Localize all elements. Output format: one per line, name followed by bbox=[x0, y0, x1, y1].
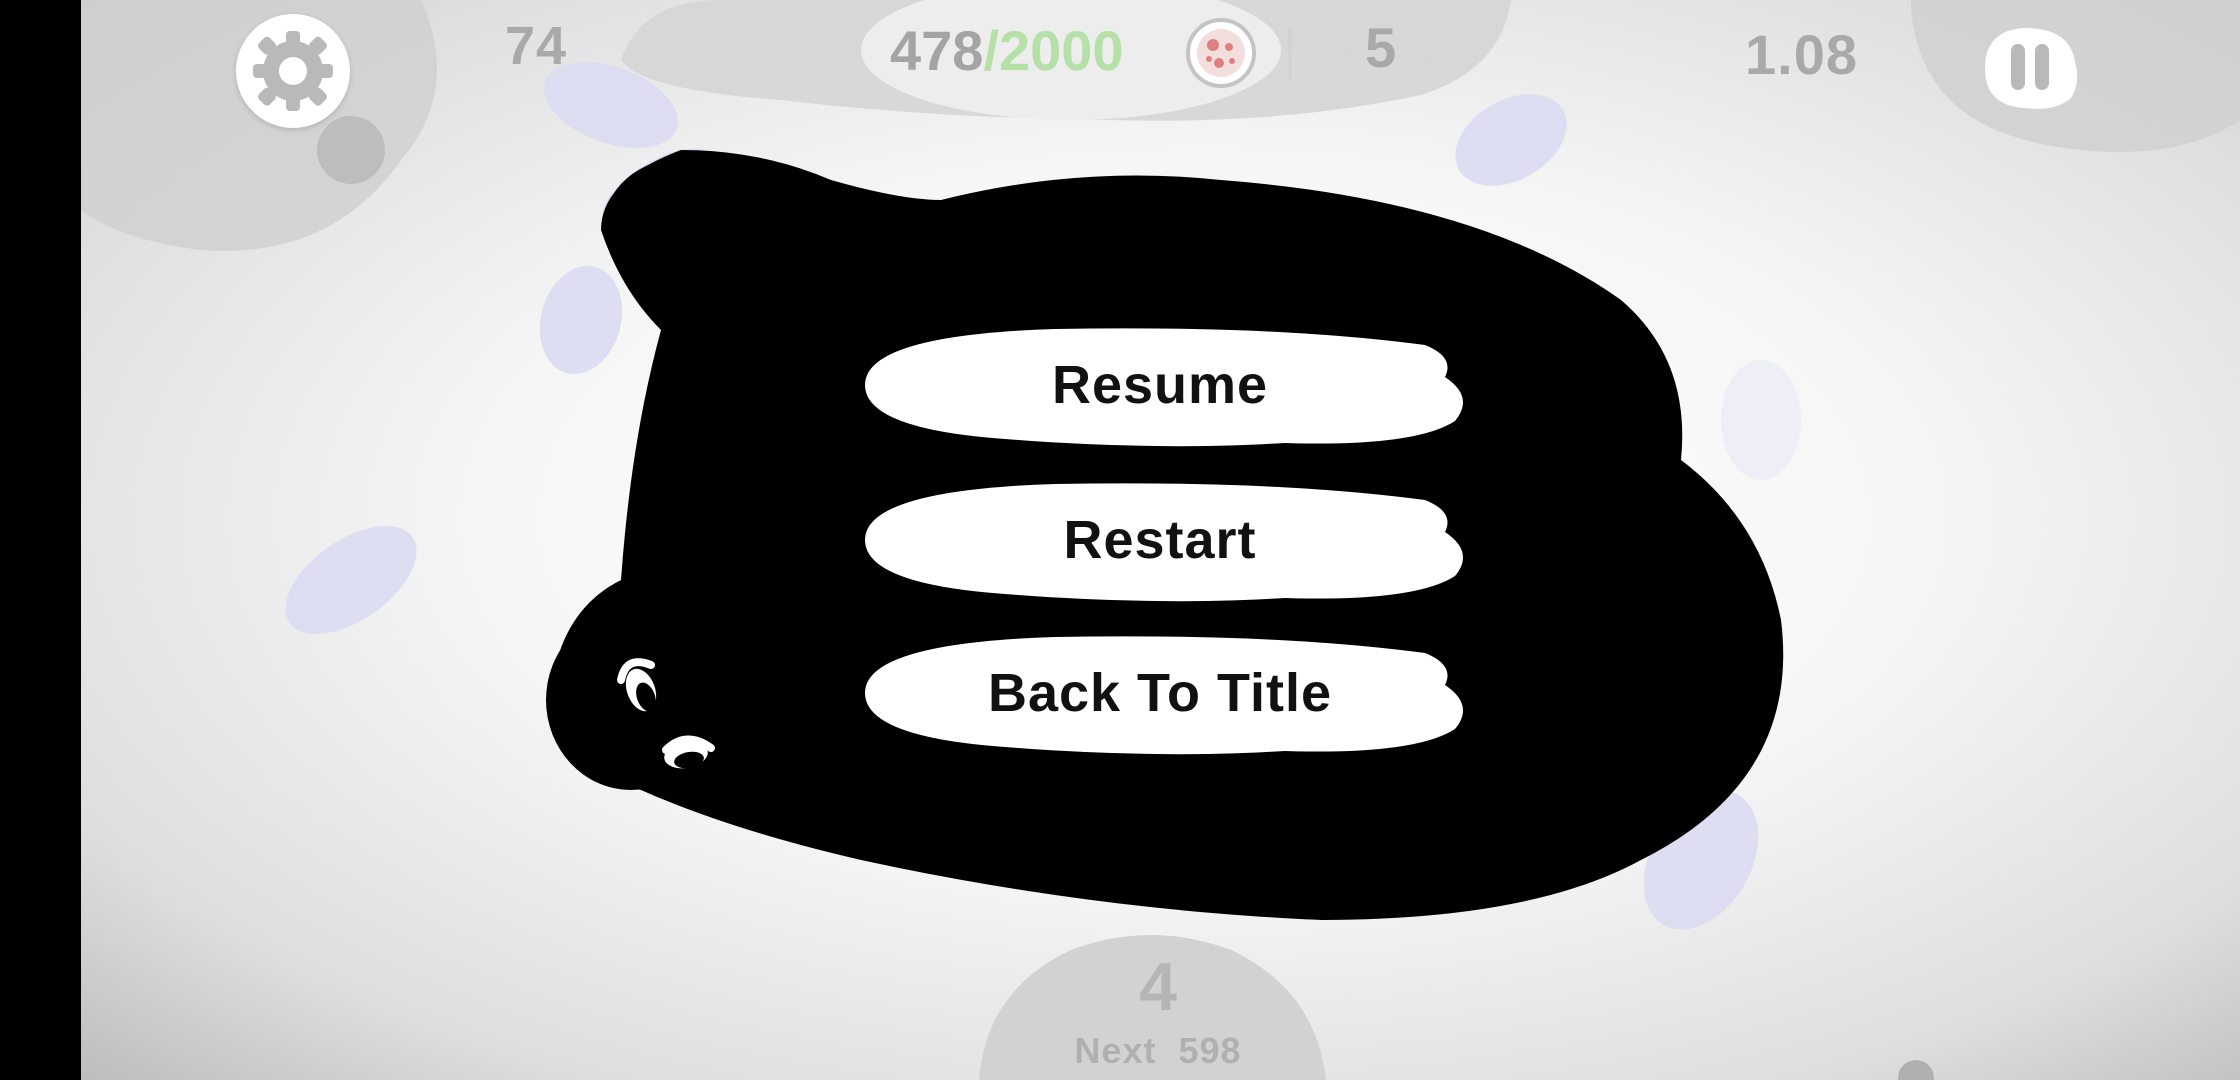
back-to-title-button[interactable]: Back To Title bbox=[855, 625, 1465, 760]
progress-separator: / bbox=[983, 18, 999, 82]
resume-button[interactable]: Resume bbox=[855, 317, 1465, 452]
progress-current: 478 bbox=[890, 18, 984, 82]
splat-decoration bbox=[1721, 360, 1801, 480]
hud-divider bbox=[1288, 28, 1292, 80]
gear-icon bbox=[253, 31, 333, 111]
right-count: 5 bbox=[1365, 16, 1398, 79]
back-to-title-label: Back To Title bbox=[987, 662, 1333, 723]
progress-goal: 2000 bbox=[999, 18, 1124, 82]
level-number: 4 bbox=[1139, 949, 1177, 1025]
restart-label: Restart bbox=[1063, 509, 1257, 570]
next-level-line: Next 598 bbox=[976, 1030, 1340, 1072]
next-label: Next bbox=[1074, 1030, 1157, 1071]
next-value: 598 bbox=[1178, 1030, 1242, 1071]
multiplier-value: 1.08 bbox=[1745, 23, 1858, 86]
splat-decoration bbox=[539, 265, 623, 375]
resume-label: Resume bbox=[1051, 354, 1269, 415]
splat-decoration bbox=[1455, 94, 1567, 186]
progress-counter: 478/2000 bbox=[890, 12, 1124, 88]
petri-dish-icon bbox=[1186, 18, 1256, 88]
restart-button[interactable]: Restart bbox=[855, 472, 1465, 607]
screen-letterbox bbox=[0, 0, 81, 1080]
small-cell bbox=[1898, 1060, 1934, 1080]
left-counter: 74 bbox=[505, 16, 568, 76]
settings-button[interactable] bbox=[236, 14, 350, 128]
splat-decoration bbox=[285, 525, 417, 635]
pause-button[interactable] bbox=[1975, 22, 2085, 114]
game-screen: 74 478/2000 5 1.08 Resume Restart Back T… bbox=[0, 0, 2240, 1080]
pause-icon bbox=[1985, 28, 2078, 109]
